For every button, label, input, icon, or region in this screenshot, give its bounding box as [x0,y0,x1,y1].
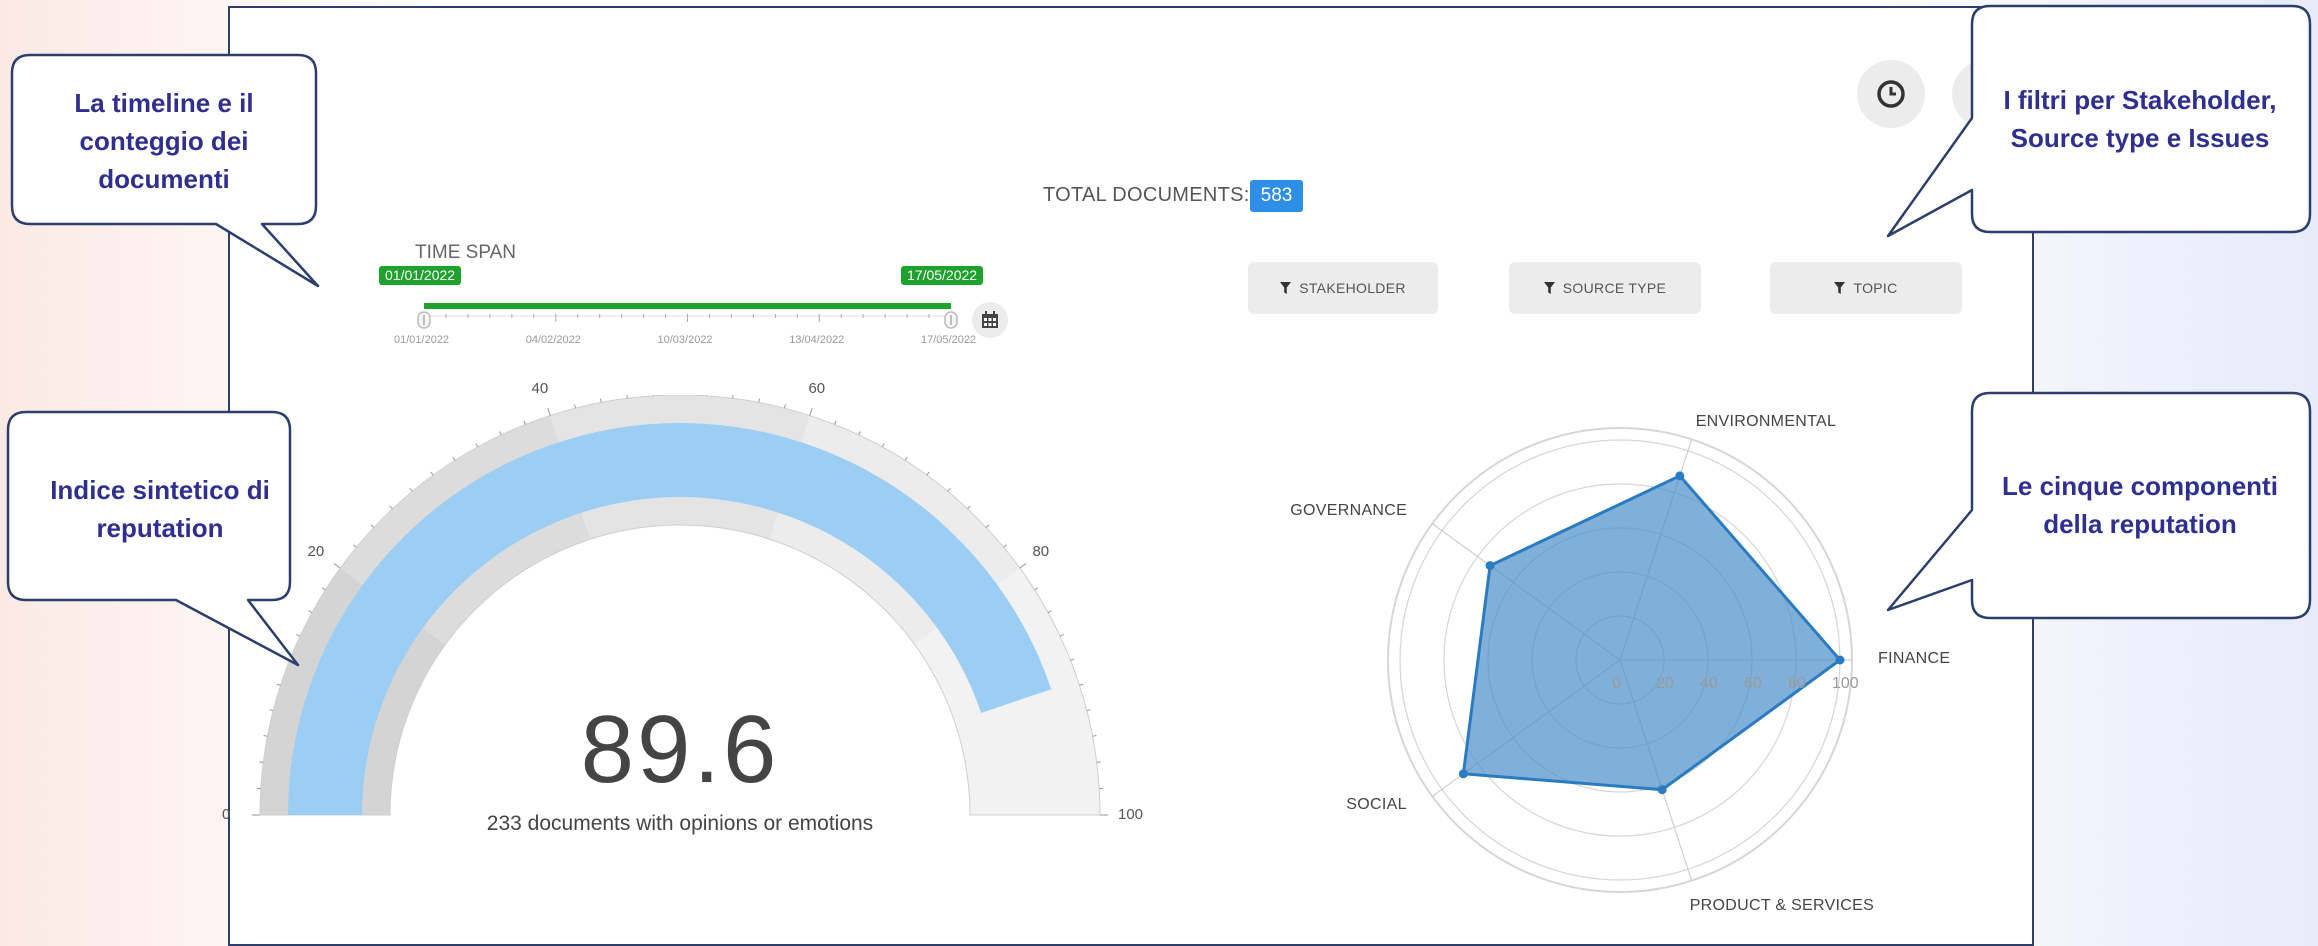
callout-timeline-text: La timeline e il conteggio dei documenti [30,78,298,204]
callout-filters-text: I filtri per Stakeholder, Source type e … [1990,56,2290,182]
callout-gauge-text: Indice sintetico di reputation [40,460,280,558]
callout-radar-text: Le cinque componenti della reputation [1990,442,2290,568]
callout-shapes [0,0,2318,938]
